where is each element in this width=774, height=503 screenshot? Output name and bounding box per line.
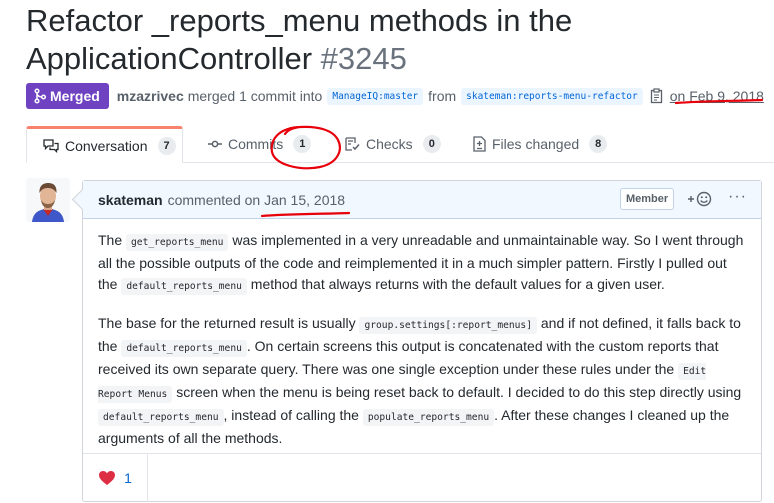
merged-status-badge: Merged <box>26 83 109 109</box>
comment-body: The get_reports_menu was implemented in … <box>83 219 761 449</box>
merger-link[interactable]: mzazrivec <box>117 88 184 104</box>
text: method that always returns with the defa… <box>246 276 665 292</box>
code-get-reports-menu: get_reports_menu <box>126 234 229 251</box>
tab-files-changed[interactable]: Files changed 8 <box>473 126 608 162</box>
comment-author[interactable]: skateman <box>98 192 163 208</box>
tab-files-changed-count: 8 <box>589 135 608 153</box>
tab-commits-label: Commits <box>228 136 284 152</box>
comment-paragraph-2: The base for the returned result is usua… <box>98 313 746 449</box>
heart-reaction-count: 1 <box>124 470 132 486</box>
comment-paragraph-1: The get_reports_menu was implemented in … <box>98 230 746 297</box>
git-merge-icon <box>34 88 46 104</box>
pr-title-text: Refactor _reports_menu methods in the Ap… <box>26 3 573 76</box>
member-badge: Member <box>620 188 675 210</box>
comment-discussion-icon <box>43 138 59 153</box>
text: screen when the menu is being reset back… <box>172 384 742 400</box>
tab-checks-count: 0 <box>422 135 441 153</box>
text: The base for the returned result is usua… <box>98 315 360 331</box>
merged-label: Merged <box>50 88 100 104</box>
git-commit-icon <box>208 140 222 148</box>
more-options-icon[interactable]: ··· <box>728 188 747 206</box>
head-branch[interactable]: skateman:reports-menu-refactor <box>461 87 643 105</box>
code-default-reports-menu: default_reports_menu <box>121 340 247 357</box>
comment-header: skateman commented on Jan 15, 2018 Membe… <box>83 181 761 219</box>
base-branch[interactable]: ManageIQ:master <box>327 87 424 105</box>
tab-commits[interactable]: Commits 1 <box>208 126 312 162</box>
tab-conversation-label: Conversation <box>65 137 148 154</box>
file-diff-icon <box>473 136 486 152</box>
code-group-settings: group.settings[:report_menus] <box>359 317 537 334</box>
tab-conversation-count: 7 <box>157 136 176 155</box>
code-default-reports-menu: default_reports_menu <box>121 278 247 295</box>
comment-box: skateman commented on Jan 15, 2018 Membe… <box>82 180 762 502</box>
reactions-bar: 1 <box>83 453 761 503</box>
tab-checks[interactable]: Checks 0 <box>345 126 441 162</box>
merge-date[interactable]: on Feb 9, 2018 <box>670 88 764 104</box>
text: , instead of calling the <box>223 407 363 423</box>
tab-files-changed-label: Files changed <box>492 136 580 152</box>
merged-text: merged 1 commit into <box>187 88 323 104</box>
text: The <box>98 232 127 248</box>
smiley-plus-icon <box>688 191 712 207</box>
pr-meta: Merged mzazrivec merged 1 commit into Ma… <box>26 83 771 109</box>
avatar-image <box>26 178 70 222</box>
heart-icon <box>99 471 116 485</box>
comment-date[interactable]: Jan 15, 2018 <box>264 192 345 208</box>
avatar[interactable] <box>26 178 70 222</box>
clipboard-icon[interactable] <box>650 88 664 104</box>
from-text: from <box>428 88 457 104</box>
tab-commits-count: 1 <box>293 135 312 153</box>
code-default-reports-menu: default_reports_menu <box>98 409 224 426</box>
comment-action: commented on <box>167 191 261 208</box>
code-populate-reports-menu: populate_reports_menu <box>362 409 495 426</box>
checklist-icon <box>345 137 360 151</box>
tab-conversation[interactable]: Conversation 7 <box>26 126 183 163</box>
pr-tabs: Conversation 7 Commits 1 Checks 0 Files … <box>26 126 774 163</box>
tab-checks-label: Checks <box>366 136 413 152</box>
add-reaction-button[interactable] <box>687 191 713 211</box>
pr-title: Refactor _reports_menu methods in the Ap… <box>26 2 766 78</box>
pr-number: #3245 <box>320 41 407 76</box>
heart-reaction-button[interactable]: 1 <box>83 454 148 502</box>
